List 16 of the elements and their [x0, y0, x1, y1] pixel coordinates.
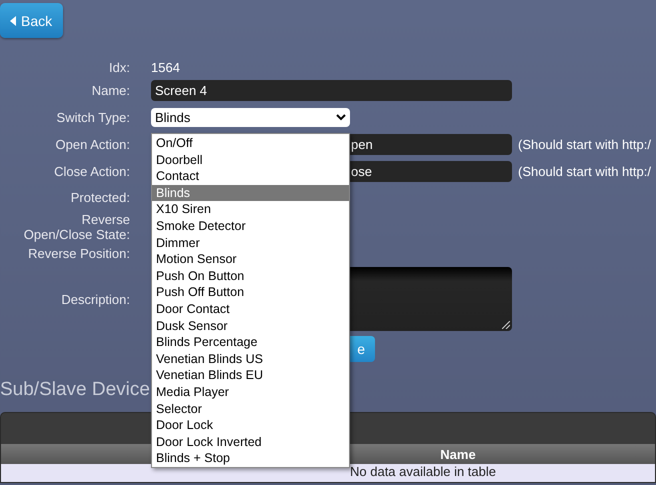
field-label: Reverse: [82, 212, 130, 227]
field-label: Close Action:: [54, 164, 130, 179]
column-title: Name: [440, 446, 476, 462]
idx-value: 1564: [151, 60, 180, 75]
field-label: Description:: [61, 292, 130, 306]
field-label: Idx:: [109, 60, 130, 75]
field-label: Reverse Position:: [28, 246, 130, 260]
field-label: Protected:: [70, 190, 130, 205]
field-label: Open/Close State:: [24, 227, 130, 242]
field-label: Name:: [92, 83, 130, 98]
field-label: Open Action:: [56, 137, 130, 152]
field-label: Switch Type:: [56, 110, 130, 125]
section-title: Sub/Slave Device: [0, 378, 150, 402]
empty-message: No data available in table: [350, 464, 496, 481]
hint-text: (Should start with http:/: [518, 164, 651, 179]
hint-text: (Should start with http:/: [518, 137, 651, 152]
